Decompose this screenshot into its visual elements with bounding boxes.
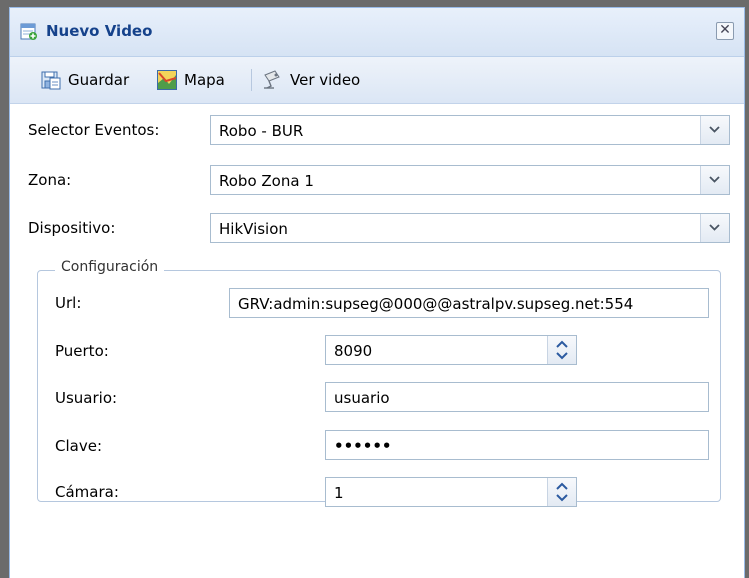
view-video-label: Ver video bbox=[290, 71, 361, 89]
dialog-toolbar: Guardar Mapa Ver video bbox=[10, 57, 744, 104]
configuracion-legend: Configuración bbox=[55, 259, 165, 275]
clave-value: •••••• bbox=[334, 437, 392, 455]
zona-combo[interactable]: Robo Zona 1 bbox=[210, 165, 730, 195]
clave-label: Clave: bbox=[55, 437, 102, 455]
zona-label: Zona: bbox=[28, 171, 72, 189]
puerto-value: 8090 bbox=[334, 342, 373, 360]
nuevo-video-dialog: Nuevo Video ✕ Guardar Mapa Ver video Sel… bbox=[9, 7, 745, 578]
backdrop-left bbox=[0, 0, 9, 578]
camara-spinner[interactable] bbox=[547, 478, 576, 506]
chevron-down-icon bbox=[709, 224, 720, 231]
zona-value: Robo Zona 1 bbox=[219, 172, 314, 190]
usuario-input[interactable]: usuario bbox=[325, 382, 709, 412]
dialog-titlebar[interactable]: Nuevo Video ✕ bbox=[10, 8, 744, 57]
backdrop-top bbox=[0, 0, 749, 7]
backdrop-right bbox=[745, 0, 749, 578]
selector-eventos-label: Selector Eventos: bbox=[28, 121, 160, 139]
save-button[interactable]: Guardar bbox=[40, 69, 140, 91]
close-icon: ✕ bbox=[719, 22, 731, 38]
new-video-icon bbox=[20, 23, 38, 45]
url-input[interactable]: GRV:admin:supseg@000@@astralpv.supseg.ne… bbox=[229, 288, 709, 318]
view-video-button[interactable]: Ver video bbox=[262, 69, 380, 91]
map-label: Mapa bbox=[184, 71, 225, 89]
camara-stepper[interactable]: 1 bbox=[325, 477, 577, 507]
selector-eventos-dropdown[interactable] bbox=[700, 116, 729, 144]
usuario-value: usuario bbox=[334, 389, 390, 407]
save-icon bbox=[40, 69, 62, 95]
camera-icon bbox=[262, 69, 284, 95]
chevron-down-icon bbox=[709, 176, 720, 183]
puerto-label: Puerto: bbox=[55, 342, 109, 360]
camara-value: 1 bbox=[334, 484, 344, 502]
url-label: Url: bbox=[55, 294, 82, 312]
selector-eventos-value: Robo - BUR bbox=[219, 122, 304, 140]
dialog-body: Selector Eventos: Robo - BUR Zona: Robo … bbox=[10, 104, 744, 578]
usuario-label: Usuario: bbox=[55, 389, 118, 407]
spinner-arrows-icon bbox=[556, 482, 568, 502]
clave-password-input[interactable]: •••••• bbox=[325, 430, 709, 460]
dispositivo-label: Dispositivo: bbox=[28, 219, 116, 237]
camara-label: Cámara: bbox=[55, 483, 119, 501]
toolbar-separator bbox=[251, 69, 252, 91]
map-icon bbox=[156, 69, 178, 95]
puerto-stepper[interactable]: 8090 bbox=[325, 335, 577, 365]
puerto-spinner[interactable] bbox=[547, 336, 576, 364]
chevron-down-icon bbox=[709, 126, 720, 133]
zona-dropdown[interactable] bbox=[700, 166, 729, 194]
url-value: GRV:admin:supseg@000@@astralpv.supseg.ne… bbox=[238, 295, 634, 313]
selector-eventos-combo[interactable]: Robo - BUR bbox=[210, 115, 730, 145]
dispositivo-combo[interactable]: HikVision bbox=[210, 213, 730, 243]
map-button[interactable]: Mapa bbox=[156, 69, 238, 91]
save-label: Guardar bbox=[68, 71, 130, 89]
dispositivo-dropdown[interactable] bbox=[700, 214, 729, 242]
dialog-title: Nuevo Video bbox=[46, 22, 153, 40]
close-button[interactable]: ✕ bbox=[716, 22, 734, 40]
spinner-arrows-icon bbox=[556, 340, 568, 360]
dispositivo-value: HikVision bbox=[219, 220, 288, 238]
